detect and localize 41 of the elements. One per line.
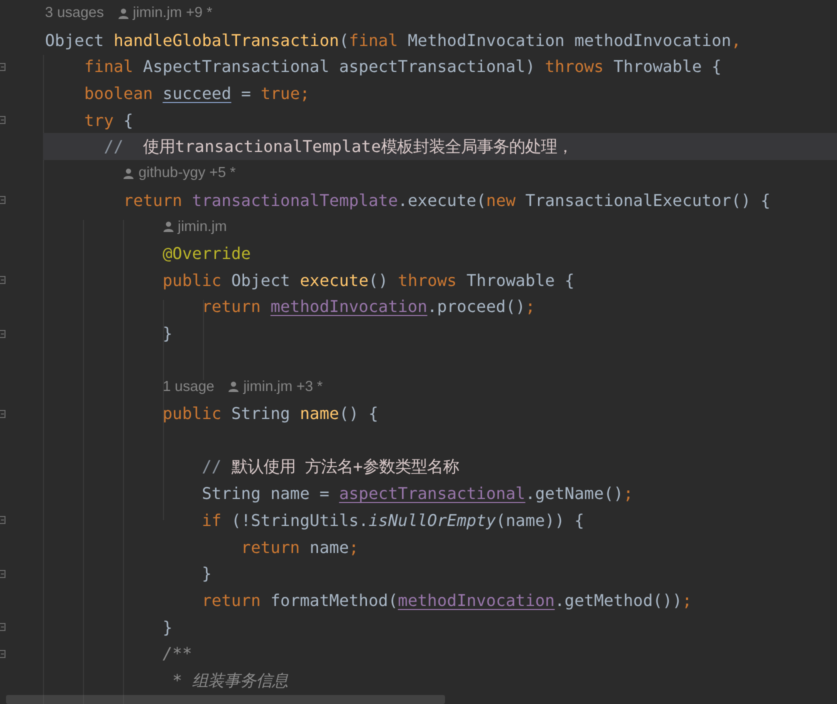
author-link[interactable]: jimin.jm +9 * [132,5,212,22]
code-comment: // 使用transactionalTemplate模板封装全局事务的处理， [102,136,573,158]
fold-icon[interactable] [0,62,7,72]
code-line: if (!StringUtils.isNullOrEmpty(name)) { [200,510,584,530]
code-line: final AspectTransactional aspectTransactional) throws Throwable { [83,57,722,76]
usages-link[interactable]: 1 usage [162,378,214,395]
code-comment: /** [162,644,192,664]
code-comment: // 默认使用 方法名+参数类型名称 [200,456,459,478]
usages-link[interactable]: 3 usages [45,5,104,22]
code-line: return formatMethod(methodInvocation.getMethod()); [200,590,692,610]
fold-icon[interactable] [0,195,7,206]
code-line: String name = aspectTransactional.getName(); [200,484,634,504]
code-line: public String name() { [162,404,378,424]
fold-icon[interactable] [0,515,7,526]
code-line: return transactionalTemplate.execute(new TransactionalExecutor() { [122,190,770,210]
code-line: try { [83,110,134,130]
code-line: return name; [240,538,359,557]
person-icon [228,381,240,392]
code-line: } [162,618,172,637]
code-line: } [162,324,172,344]
author-link[interactable]: jimin.jm [178,218,227,235]
person-icon [123,168,134,179]
code-line: return methodInvocation.proceed(); [200,297,536,316]
fold-icon[interactable] [0,408,7,419]
author-link[interactable]: jimin.jm +3 * [243,378,323,395]
fold-icon[interactable] [0,648,7,659]
code-line: Object handleGlobalTransaction(final MethodInvocation methodInvocation, [45,30,742,50]
code-line: boolean succeed = true; [83,84,310,103]
author-link[interactable]: github-ygy +5 * [138,165,236,182]
code-line: @Override [162,244,251,264]
fold-icon[interactable] [0,568,7,579]
horizontal-scrollbar[interactable] [6,695,445,704]
fold-icon[interactable] [0,328,7,339]
fold-icon[interactable] [0,115,7,126]
code-line: } [200,564,212,584]
code-comment: * 组装事务信息 [171,670,288,692]
code-line: public Object execute() throws Throwable { [162,270,574,290]
fold-icon[interactable] [0,622,7,632]
fold-icon[interactable] [0,275,7,286]
person-icon [118,8,129,19]
person-icon [162,221,174,232]
